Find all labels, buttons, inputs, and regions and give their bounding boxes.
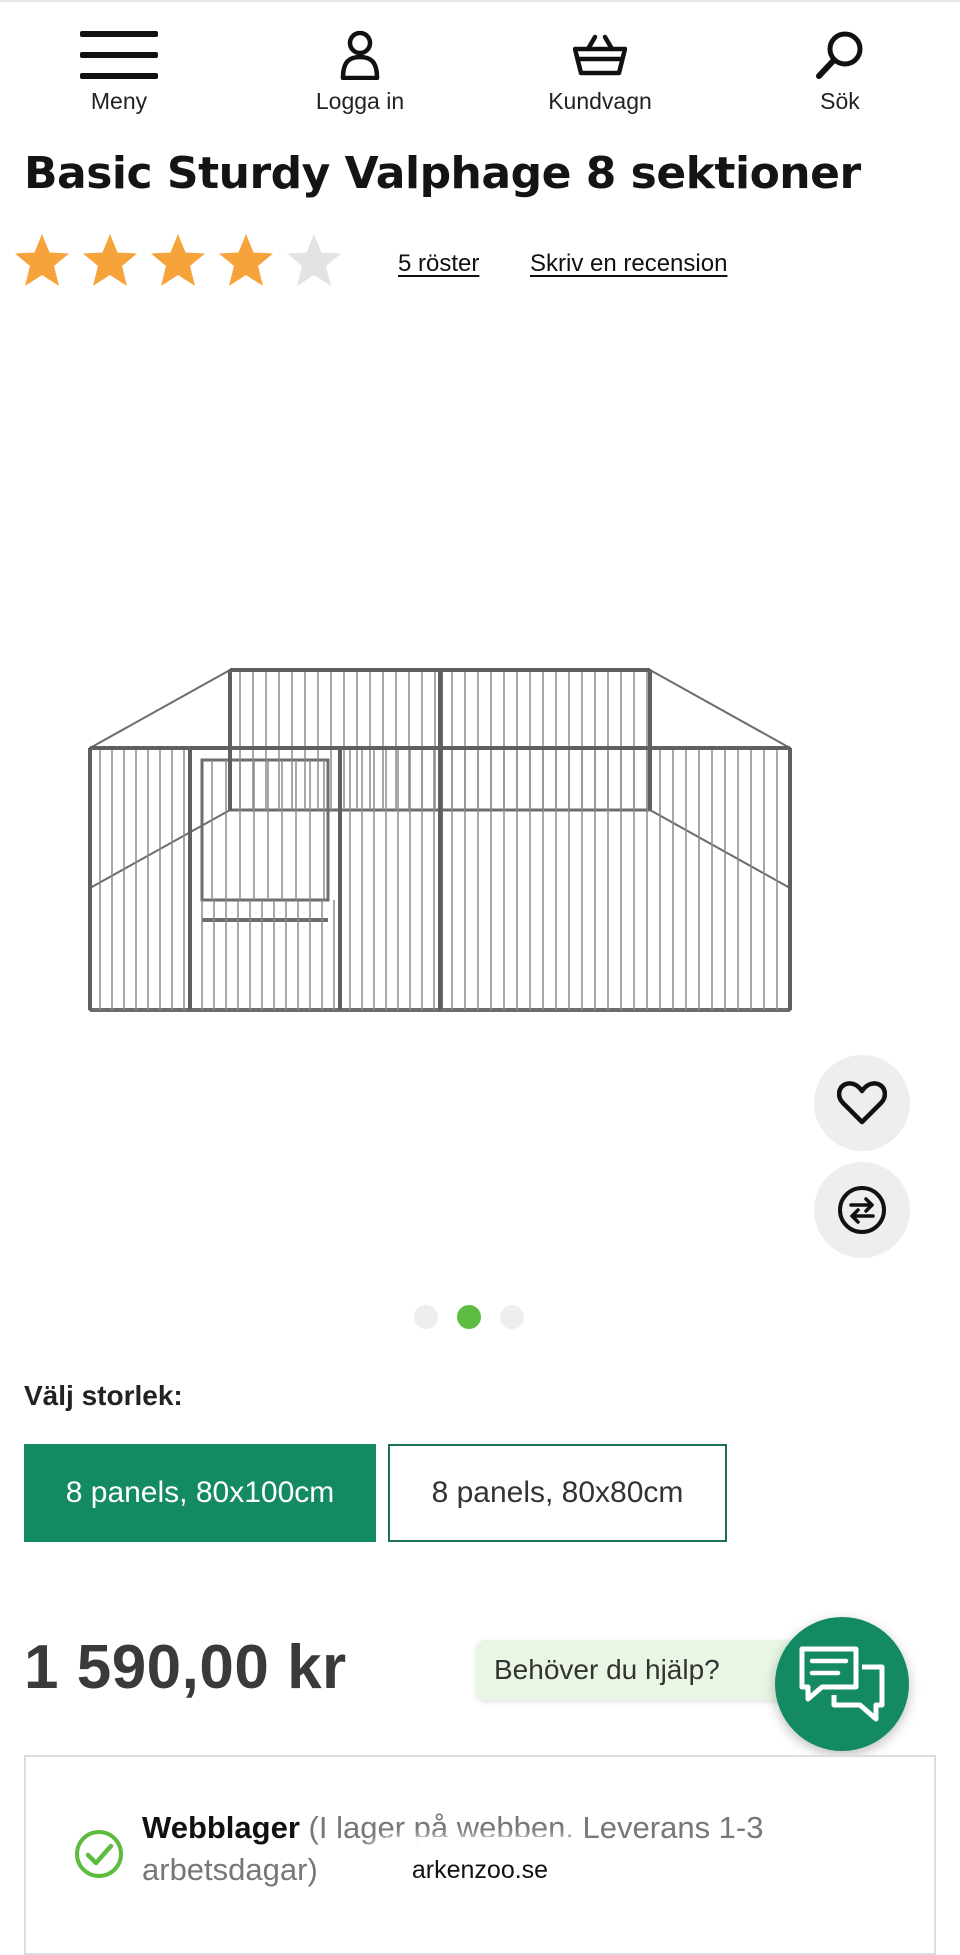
basket-icon <box>515 24 685 86</box>
star-rating <box>12 230 344 292</box>
chat-button[interactable] <box>775 1617 909 1751</box>
product-title: Basic Sturdy Valphage 8 sektioner <box>24 148 861 199</box>
login-button[interactable]: Logga in <box>275 24 445 124</box>
size-option-80x100[interactable]: 8 panels, 80x100cm <box>24 1444 376 1542</box>
favorite-button[interactable] <box>814 1055 910 1151</box>
carousel-dots <box>414 1305 524 1329</box>
size-label: Välj storlek: <box>24 1380 183 1411</box>
cart-button[interactable]: Kundvagn <box>515 24 685 124</box>
compare-arrows-icon <box>838 1186 886 1234</box>
rating-row: 5 röster Skriv en recension <box>12 230 952 300</box>
star-icon <box>219 234 273 286</box>
star-icon <box>287 234 341 286</box>
cart-label: Kundvagn <box>548 88 652 114</box>
star-icon <box>83 234 137 286</box>
star-icon <box>151 234 205 286</box>
product-price: 1 590,00 kr <box>24 1633 347 1702</box>
pet-playpen-image <box>88 668 792 1012</box>
votes-link[interactable]: 5 röster <box>398 250 479 278</box>
search-icon <box>755 24 925 86</box>
carousel-dot[interactable] <box>414 1305 438 1329</box>
hamburger-menu-icon <box>34 24 204 86</box>
compare-button[interactable] <box>814 1162 910 1258</box>
carousel-dot[interactable] <box>500 1305 524 1329</box>
help-label: Behöver du hjälp? <box>494 1654 720 1685</box>
check-circle-icon <box>75 1830 123 1878</box>
top-navigation: Meny Logga in Kundvagn Sök <box>0 0 960 122</box>
menu-label: Meny <box>90 88 148 114</box>
product-image[interactable] <box>80 640 800 1020</box>
search-button[interactable]: Sök <box>755 24 925 124</box>
help-prompt[interactable]: Behöver du hjälp? <box>476 1640 816 1700</box>
user-icon <box>275 24 445 86</box>
star-icon <box>15 234 69 286</box>
browser-url-pill[interactable]: arkenzoo.se <box>360 1837 600 1903</box>
search-label: Sök <box>820 88 860 114</box>
write-review-link[interactable]: Skriv en recension <box>530 250 727 278</box>
login-label: Logga in <box>315 88 405 114</box>
chat-bubbles-icon <box>799 1646 885 1722</box>
carousel-dot[interactable] <box>457 1305 481 1329</box>
stock-title: Webblager <box>142 1810 300 1845</box>
domain-label: arkenzoo.se <box>411 1855 549 1884</box>
size-option-80x80[interactable]: 8 panels, 80x80cm <box>388 1444 727 1542</box>
menu-button[interactable]: Meny <box>34 24 204 124</box>
heart-icon <box>837 1081 887 1125</box>
